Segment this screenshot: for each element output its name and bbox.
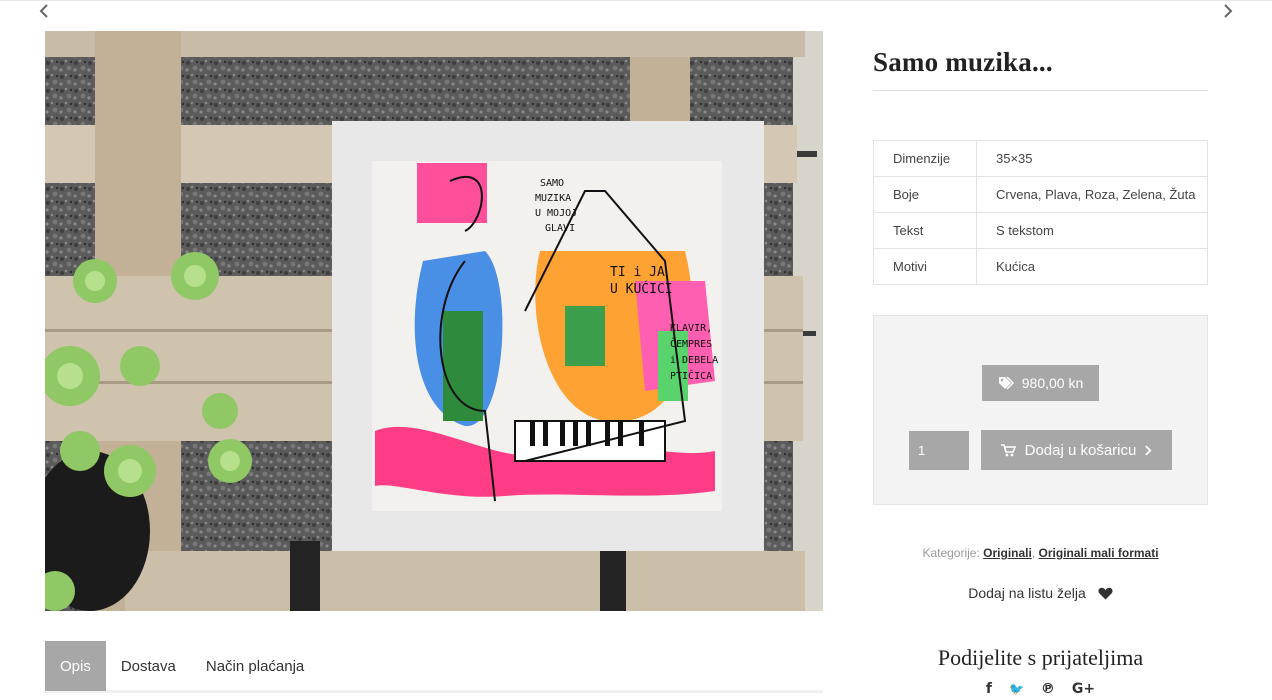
painting-text-5: TI i JA [610,265,665,280]
previous-product-arrow[interactable] [35,2,53,20]
purchase-panel: 980,00 kn Dodaj u košaricu [873,315,1208,505]
quantity-input[interactable] [909,431,969,470]
category-link-originali-mali-formati[interactable]: Originali mali formati [1039,546,1159,560]
table-row: Dimenzije 35×35 [873,140,1208,177]
painting-text-10: PTIČICA [670,369,712,382]
price-badge: 980,00 kn [982,365,1099,401]
painting-text-2: MUZIKA [535,193,571,204]
painting-text-8: ČEMPRES [670,337,712,350]
title-divider [873,90,1208,91]
top-divider [0,0,1272,1]
price-tag-icon [998,376,1014,390]
pinterest-icon[interactable]: ℗ [1041,680,1055,698]
product-tabs: Opis Dostava Način plaćanja [45,641,823,693]
painting-text-9: i DEBELA [670,355,718,366]
painting-text-7: KLAVIR, [670,323,712,334]
table-row: Tekst S tekstom [873,212,1208,249]
category-separator: , [1031,546,1036,560]
painting-text-4: GLAVI [545,223,575,234]
shopping-cart-icon [1000,443,1016,456]
painting-text-1: SAMO [540,178,564,189]
product-photo: SAMO MUZIKA U MOJOJ GLAVI TI i JA U KUĆI… [45,31,823,611]
attribute-key: Dimenzije [873,140,977,177]
attribute-key: Boje [873,176,977,213]
share-icons: f 🐦 ℗ G+ [873,680,1208,698]
category-link-originali[interactable]: Originali [983,546,1032,560]
categories-label: Kategorije: [922,546,980,560]
painting-text-6: U KUĆICI [610,281,673,297]
add-to-cart-button[interactable]: Dodaj u košaricu [981,430,1172,470]
chevron-right-icon [1145,445,1152,455]
share-title: Podijelite s prijateljima [937,645,1144,670]
attributes-table: Dimenzije 35×35 Boje Crvena, Plava, Roza… [873,140,1208,285]
wishlist-label: Dodaj na listu želja [968,585,1086,601]
google-plus-icon[interactable]: G+ [1072,680,1095,698]
add-to-wishlist-link[interactable]: Dodaj na listu želja [873,585,1208,601]
add-to-cart-label: Dodaj u košaricu [1024,441,1137,459]
table-row: Motivi Kućica [873,248,1208,285]
price-value: 980,00 kn [1021,375,1084,391]
painting-text-3: U MOJOJ [535,208,577,219]
attribute-value: S tekstom [976,212,1208,249]
tab-dostava[interactable]: Dostava [106,641,191,691]
product-title: Samo muzika... [873,47,1053,77]
attribute-value: Crvena, Plava, Roza, Zelena, Žuta [976,176,1208,213]
next-product-arrow[interactable] [1219,2,1237,20]
heart-icon [1098,587,1113,599]
tab-opis[interactable]: Opis [45,641,106,691]
table-row: Boje Crvena, Plava, Roza, Zelena, Žuta [873,176,1208,213]
chevron-right-icon [1224,4,1233,18]
product-image[interactable]: SAMO MUZIKA U MOJOJ GLAVI TI i JA U KUĆI… [45,31,823,611]
attribute-key: Tekst [873,212,977,249]
chevron-left-icon [39,4,48,18]
attribute-value: 35×35 [976,140,1208,177]
categories-line: Kategorije: Originali, Originali mali fo… [873,546,1208,560]
twitter-icon[interactable]: 🐦 [1009,680,1024,698]
tab-nacin-placanja[interactable]: Način plaćanja [191,641,319,691]
attribute-value: Kućica [976,248,1208,285]
attribute-key: Motivi [873,248,977,285]
facebook-icon[interactable]: f [986,680,992,698]
